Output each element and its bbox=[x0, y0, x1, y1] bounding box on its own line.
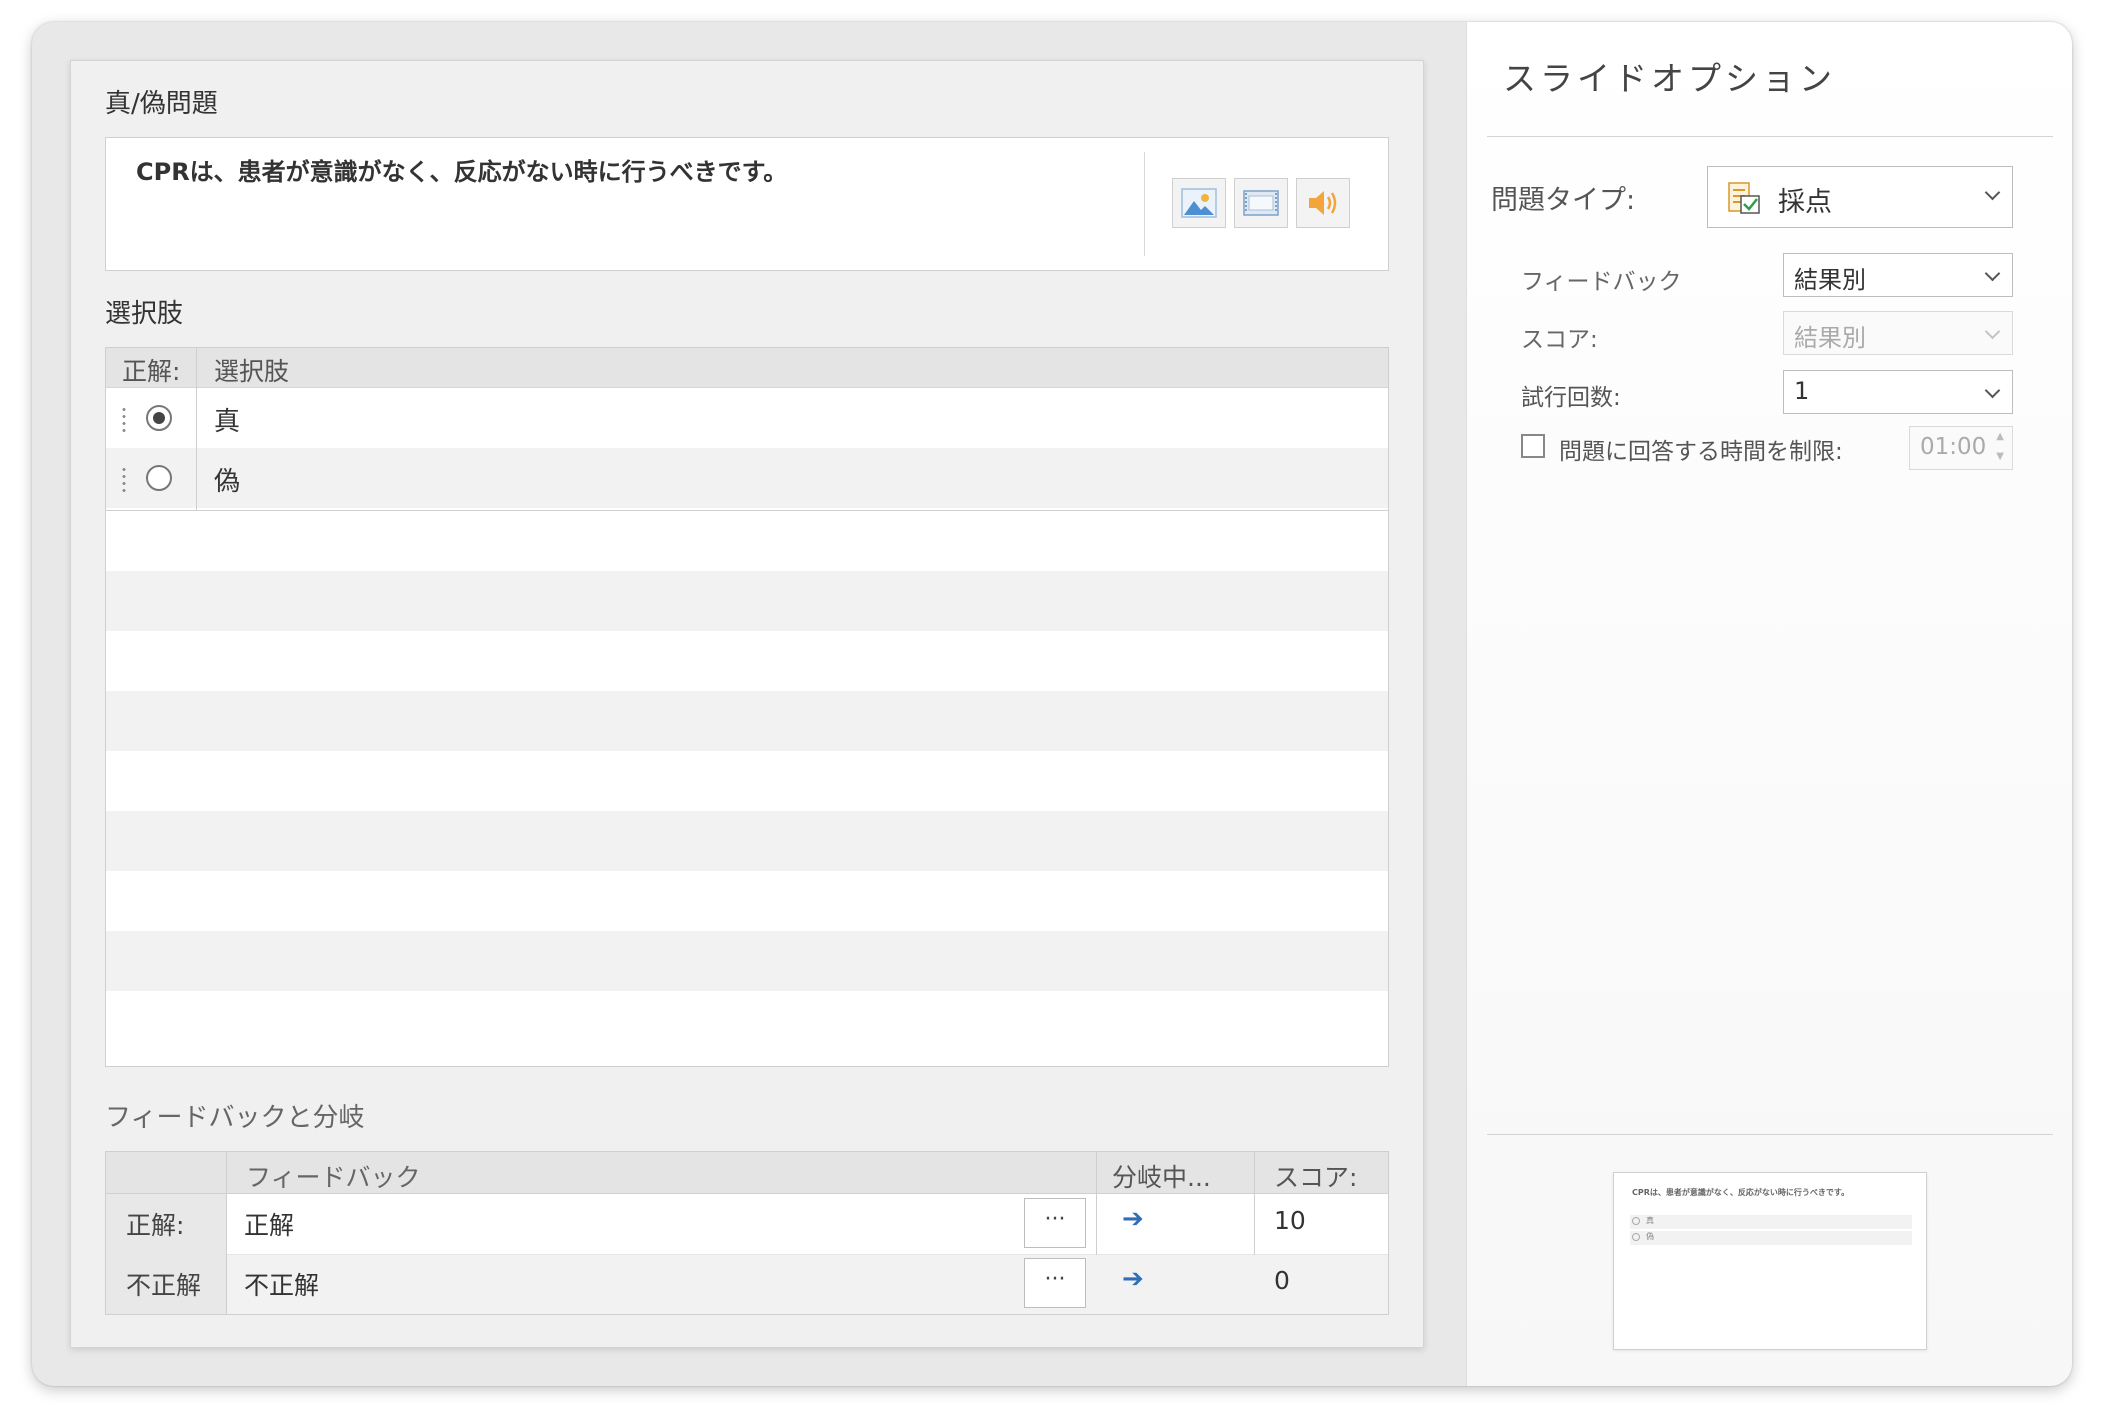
time-limit-label: 問題に回答する時間を制限: bbox=[1559, 439, 1843, 465]
image-icon bbox=[1181, 188, 1217, 218]
preview-choice-row: 真 bbox=[1630, 1215, 1912, 1229]
question-text-box[interactable]: CPRは、患者が意識がなく、反応がない時に行うべきです。 bbox=[105, 137, 1389, 271]
feedback-table-header: フィードバック 分岐中... スコア: bbox=[106, 1152, 1388, 1194]
score-correct[interactable]: 10 bbox=[1274, 1206, 1306, 1235]
score-value: 結果別 bbox=[1794, 324, 1866, 352]
app-window: 真/偽問題 CPRは、患者が意識がなく、反応がない時に行うべきです。 選択肢 正… bbox=[32, 22, 2072, 1386]
column-header-feedback: フィードバック bbox=[246, 1163, 421, 1192]
choices-table-header: 正解: 選択肢 bbox=[106, 348, 1388, 388]
question-section-label: 真/偽問題 bbox=[105, 89, 218, 119]
feedback-text-incorrect[interactable]: 不正解 bbox=[244, 1266, 319, 1302]
attempts-label: 試行回数: bbox=[1521, 385, 1621, 411]
empty-row[interactable] bbox=[106, 931, 1388, 991]
feedback-section-label: フィードバックと分岐 bbox=[105, 1103, 365, 1133]
preview-divider bbox=[1487, 1134, 2053, 1135]
feedback-text-correct[interactable]: 正解 bbox=[244, 1206, 294, 1242]
slide-options-panel: スライドオプション 問題タイプ: 採点 フィードバック 結果別 スコア: 結果別 bbox=[1466, 22, 2072, 1386]
row-header-incorrect: 不正解 bbox=[126, 1271, 202, 1300]
feedback-branching-table: フィードバック 分岐中... スコア: 正解: 正解 ··· ➔ 10 不正解 … bbox=[105, 1151, 1389, 1315]
question-type-label: 問題タイプ: bbox=[1491, 185, 1636, 216]
time-limit-spinner[interactable]: 01:00 ▲ ▼ bbox=[1909, 426, 2013, 470]
question-type-value: 採点 bbox=[1778, 187, 1832, 218]
audio-icon bbox=[1309, 191, 1337, 215]
row-divider bbox=[106, 510, 1388, 511]
empty-row[interactable] bbox=[106, 571, 1388, 631]
branch-arrow-icon[interactable]: ➔ bbox=[1122, 1204, 1144, 1234]
question-editor: 真/偽問題 CPRは、患者が意識がなく、反応がない時に行うべきです。 選択肢 正… bbox=[70, 60, 1424, 1348]
drag-handle-icon[interactable] bbox=[122, 406, 126, 432]
chevron-down-icon bbox=[1984, 323, 2001, 340]
column-header-score: スコア: bbox=[1274, 1163, 1358, 1192]
graded-survey-icon bbox=[1728, 182, 1760, 214]
column-divider bbox=[196, 348, 197, 510]
empty-row[interactable] bbox=[106, 691, 1388, 751]
feedback-row-incorrect-bg bbox=[227, 1255, 1388, 1314]
attempts-value: 1 bbox=[1794, 377, 1810, 405]
question-text[interactable]: CPRは、患者が意識がなく、反応がない時に行うべきです。 bbox=[136, 152, 787, 187]
time-limit-checkbox[interactable] bbox=[1521, 434, 1545, 458]
feedback-more-button-incorrect[interactable]: ··· bbox=[1024, 1258, 1086, 1308]
preview-choice-label: 偽 bbox=[1646, 1232, 1654, 1241]
preview-choice-row: 偽 bbox=[1630, 1231, 1912, 1245]
drag-handle-icon[interactable] bbox=[122, 466, 126, 492]
question-type-select[interactable]: 採点 bbox=[1707, 166, 2013, 228]
time-limit-value: 01:00 bbox=[1920, 434, 1987, 460]
choice-label[interactable]: 偽 bbox=[214, 461, 240, 498]
choice-row-false[interactable]: 偽 bbox=[106, 448, 1388, 508]
choice-row-true[interactable]: 真 bbox=[106, 388, 1388, 448]
feedback-value: 結果別 bbox=[1794, 266, 1866, 294]
attempts-select[interactable]: 1 bbox=[1783, 370, 2013, 414]
slide-options-title: スライドオプション bbox=[1503, 59, 1836, 98]
row-header-correct: 正解: bbox=[126, 1211, 185, 1240]
choice-label[interactable]: 真 bbox=[214, 401, 240, 438]
preview-radio-icon bbox=[1632, 1217, 1640, 1225]
question-divider bbox=[1144, 152, 1145, 256]
branch-arrow-icon[interactable]: ➔ bbox=[1122, 1264, 1144, 1294]
preview-radio-icon bbox=[1632, 1233, 1640, 1241]
chevron-down-icon bbox=[1984, 382, 2001, 399]
spin-down-icon[interactable]: ▼ bbox=[1996, 451, 2004, 462]
slide-preview-thumbnail[interactable]: CPRは、患者が意識がなく、反応がない時に行うべきです。 真 偽 bbox=[1613, 1172, 1927, 1350]
choices-table: 正解: 選択肢 真 偽 bbox=[105, 347, 1389, 1067]
chevron-down-icon bbox=[1984, 265, 2001, 282]
preview-choice-label: 真 bbox=[1646, 1216, 1654, 1225]
feedback-select[interactable]: 結果別 bbox=[1783, 253, 2013, 297]
score-label: スコア: bbox=[1521, 327, 1598, 353]
spin-up-icon[interactable]: ▲ bbox=[1996, 431, 2004, 442]
chevron-down-icon bbox=[1984, 184, 2001, 201]
insert-image-button[interactable] bbox=[1172, 178, 1226, 228]
choices-section-label: 選択肢 bbox=[105, 299, 184, 329]
correct-radio-true[interactable] bbox=[146, 405, 172, 431]
empty-row[interactable] bbox=[106, 811, 1388, 871]
insert-audio-button[interactable] bbox=[1296, 178, 1350, 228]
score-incorrect[interactable]: 0 bbox=[1274, 1266, 1290, 1295]
feedback-more-button-correct[interactable]: ··· bbox=[1024, 1198, 1086, 1248]
preview-question-text: CPRは、患者が意識がなく、反応がない時に行うべきです。 bbox=[1632, 1188, 1850, 1197]
feedback-label: フィードバック bbox=[1521, 269, 1682, 295]
column-header-branch: 分岐中... bbox=[1112, 1163, 1211, 1192]
column-header-choice: 選択肢 bbox=[214, 357, 290, 386]
column-header-correct: 正解: bbox=[122, 357, 181, 386]
options-divider bbox=[1487, 136, 2053, 137]
video-icon bbox=[1243, 190, 1279, 216]
insert-video-button[interactable] bbox=[1234, 178, 1288, 228]
score-select[interactable]: 結果別 bbox=[1783, 311, 2013, 355]
correct-radio-false[interactable] bbox=[146, 465, 172, 491]
